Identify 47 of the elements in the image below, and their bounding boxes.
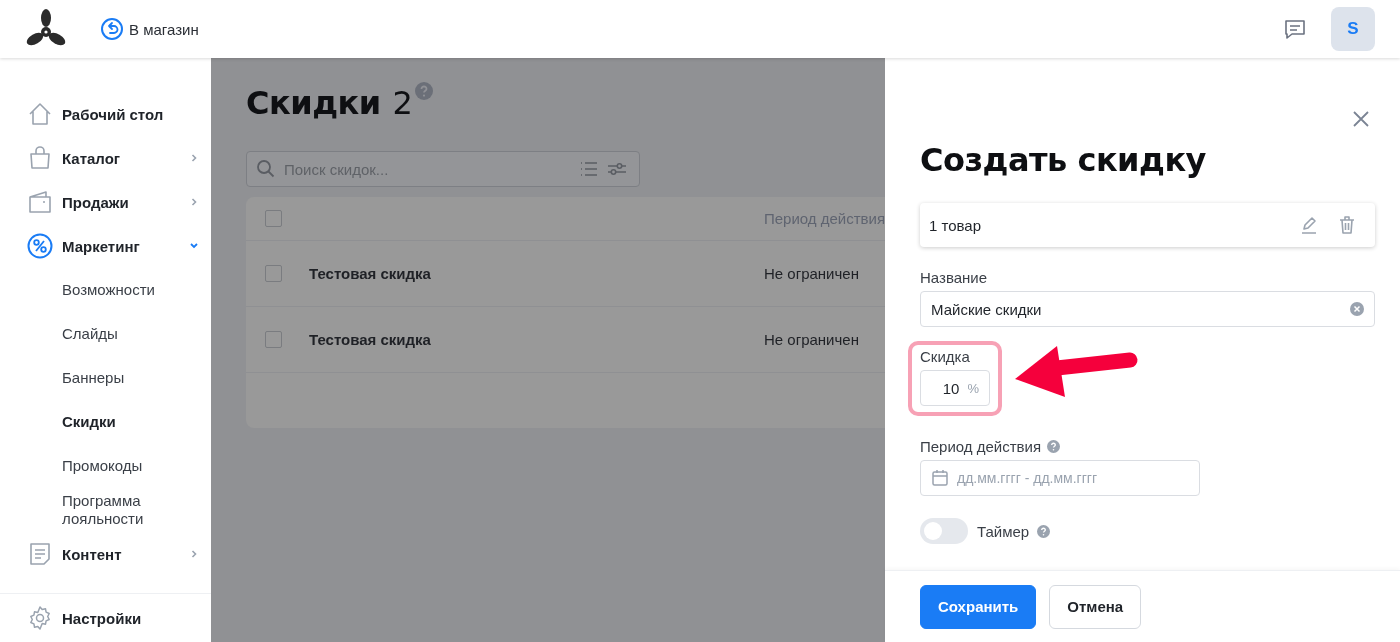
close-icon[interactable] [1353, 111, 1369, 127]
search-icon [256, 159, 276, 179]
percent-unit: % [967, 380, 979, 396]
period-label: Период действия [920, 438, 1042, 455]
drawer-title: Создать скидку [920, 141, 1207, 179]
sliders-icon[interactable] [607, 160, 627, 178]
settings-icon [27, 605, 53, 631]
cancel-button[interactable]: Отмена [1049, 584, 1142, 629]
sidebar-subitem[interactable]: Баннеры [0, 356, 211, 400]
discount-name: Тестовая скидка [309, 331, 432, 348]
field-label: Название [920, 269, 989, 286]
page-title: Скидки [246, 84, 381, 122]
row-checkbox[interactable] [265, 265, 282, 282]
row-checkbox[interactable] [265, 331, 282, 348]
select-all-checkbox[interactable] [265, 210, 282, 227]
sidebar-subitem[interactable]: Слайды [0, 312, 211, 356]
name-input[interactable]: Майские скидки [920, 291, 1375, 327]
clear-icon[interactable] [1350, 302, 1364, 316]
sidebar-subitem[interactable]: Скидки [0, 400, 211, 444]
timer-label: Таймер [977, 522, 1030, 540]
pencil-icon[interactable] [1299, 215, 1319, 235]
product-count: 1 товар [929, 216, 983, 234]
sidebar-subitem[interactable]: Возможности [0, 268, 211, 312]
sidebar-item[interactable]: Продажи [0, 180, 211, 224]
discount-count: 2 [392, 84, 413, 122]
help-icon[interactable] [414, 82, 433, 100]
back-to-store-link[interactable]: В магазин [101, 18, 199, 40]
sidebar-item[interactable]: Маркетинг [0, 224, 211, 268]
timer-toggle[interactable] [920, 518, 968, 544]
save-button[interactable]: Сохранить [920, 584, 1037, 629]
column-header: Период действия [764, 210, 885, 227]
help-icon[interactable] [1047, 440, 1061, 453]
period-cell: Не ограничен [764, 265, 859, 282]
list-icon[interactable] [579, 160, 599, 178]
calendar-icon [931, 469, 949, 487]
sidebar-item[interactable]: Рабочий стол [0, 92, 211, 136]
chat-icon[interactable] [1283, 17, 1307, 41]
sidebar-item[interactable]: Каталог [0, 136, 211, 180]
discount-input[interactable]: 10 % [920, 370, 990, 406]
trash-icon[interactable] [1337, 215, 1357, 235]
field-label: Скидка [920, 348, 971, 365]
sidebar-subitem[interactable]: Промокоды [0, 444, 211, 488]
period-cell: Не ограничен [764, 331, 859, 348]
sidebar-item[interactable]: Контент [0, 532, 211, 576]
sidebar-subitem[interactable]: Программа лояльности [0, 488, 211, 532]
discount-name: Тестовая скидка [309, 265, 432, 282]
help-icon[interactable] [1037, 524, 1051, 538]
